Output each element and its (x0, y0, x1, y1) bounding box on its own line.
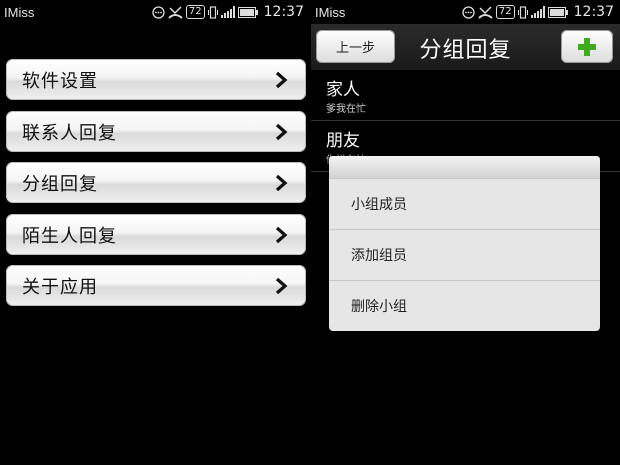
menu-item-label: 关于应用 (22, 276, 98, 298)
missed-call-icon (168, 5, 183, 19)
title-bar: 上一步 分组回复 (311, 24, 620, 70)
chevron-right-icon (275, 174, 288, 191)
notification-count-badge: 72 (495, 5, 515, 19)
chat-icon (152, 5, 165, 19)
menu-item-label: 陌生人回复 (22, 225, 117, 247)
group-name: 朋友 (326, 131, 360, 151)
notification-count-badge: 72 (185, 5, 205, 19)
menu-item-label: 软件设置 (22, 70, 98, 92)
chevron-right-icon (275, 226, 288, 243)
group-list-item[interactable]: 家人 爹我在忙 (311, 70, 620, 121)
menu-item-label: 分组回复 (22, 173, 98, 195)
menu-group-reply-button[interactable]: 分组回复 (6, 162, 306, 203)
plus-icon (578, 37, 596, 56)
status-bar: IMiss 72 12:37 (311, 0, 620, 24)
menu-item-label: 联系人回复 (22, 122, 117, 144)
menu-contact-reply-button[interactable]: 联系人回复 (6, 111, 306, 152)
vibrate-icon (517, 5, 528, 19)
battery-icon (547, 6, 568, 18)
group-context-menu: 小组成员 添加组员 删除小组 (329, 156, 600, 331)
signal-icon (220, 6, 235, 18)
left-screen: IMiss 72 12:37 软件设置 联系人回复 分组回复 陌生人回复 关于应… (0, 0, 310, 465)
group-status: 爹我在忙 (326, 104, 366, 115)
status-clock: 12:37 (263, 4, 304, 20)
menu-software-settings-button[interactable]: 软件设置 (6, 59, 306, 100)
status-icons: 72 12:37 (152, 4, 304, 20)
status-bar: IMiss 72 12:37 (0, 0, 310, 24)
status-icons: 72 12:37 (462, 4, 614, 20)
menu-item-delete-group[interactable]: 删除小组 (329, 281, 600, 331)
missed-call-icon (478, 5, 493, 19)
add-group-button[interactable] (561, 30, 613, 63)
vibrate-icon (207, 5, 218, 19)
menu-item-add-member[interactable]: 添加组员 (329, 230, 600, 281)
chevron-right-icon (275, 71, 288, 88)
status-app-name: IMiss (315, 4, 346, 20)
chevron-right-icon (275, 277, 288, 294)
chevron-right-icon (275, 123, 288, 140)
menu-about-button[interactable]: 关于应用 (6, 265, 306, 306)
menu-stranger-reply-button[interactable]: 陌生人回复 (6, 214, 306, 255)
group-name: 家人 (326, 80, 360, 100)
battery-icon (237, 6, 258, 18)
status-app-name: IMiss (4, 4, 35, 20)
chat-icon (462, 5, 475, 19)
right-screen: IMiss 72 12:37 上一步 分组回复 家人 爹我在忙 朋友 你说在忙 … (311, 0, 620, 465)
menu-item-group-members[interactable]: 小组成员 (329, 179, 600, 230)
context-menu-header (329, 156, 600, 179)
status-clock: 12:37 (573, 4, 614, 20)
signal-icon (530, 6, 545, 18)
